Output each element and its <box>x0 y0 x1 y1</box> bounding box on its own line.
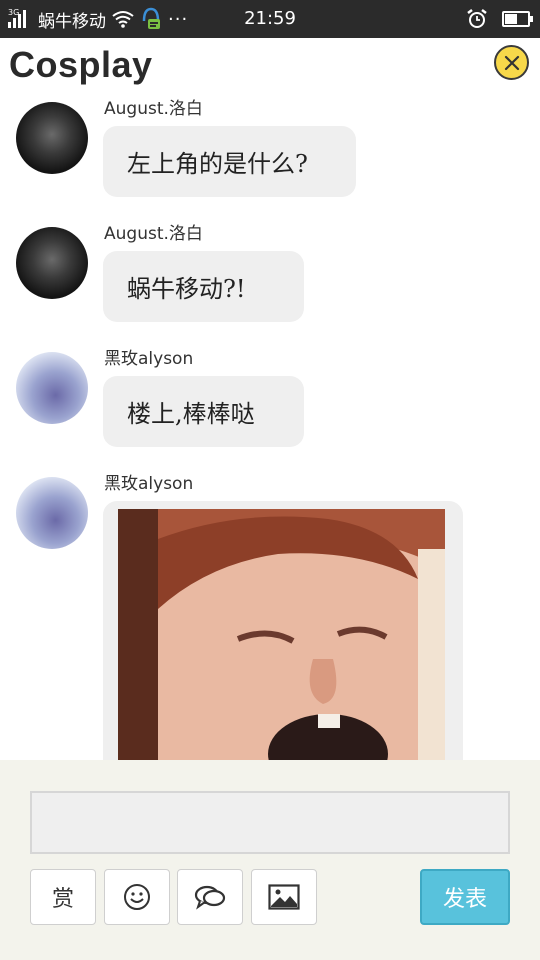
message-text: 蜗牛移动?! <box>127 275 246 303</box>
status-bar: 3G 蜗牛移动 ··· 21:59 <box>0 0 540 38</box>
emoji-button[interactable] <box>104 869 170 925</box>
page-title: Cosplay <box>9 44 153 85</box>
username[interactable]: 黑玫alyson <box>104 344 193 369</box>
chat-icon <box>194 885 226 910</box>
wifi-icon <box>112 11 134 28</box>
carrier-name: 蜗牛移动 <box>38 11 106 32</box>
avatar[interactable] <box>16 352 88 424</box>
more-notifications: ··· <box>168 8 189 30</box>
alarm-icon <box>467 9 487 28</box>
close-button[interactable] <box>494 45 529 80</box>
message-bubble: 左上角的是什么? <box>103 126 356 197</box>
message-bubble: 楼上,棒棒哒 <box>103 376 304 447</box>
username[interactable]: August.洛白 <box>104 94 203 119</box>
username[interactable]: 黑玫alyson <box>104 469 193 494</box>
image-bubble[interactable] <box>103 501 463 760</box>
message-text: 楼上,棒棒哒 <box>127 400 255 428</box>
post-button[interactable]: 发表 <box>420 869 510 925</box>
avatar[interactable] <box>16 102 88 174</box>
image-button[interactable] <box>251 869 317 925</box>
photo-face-image <box>118 509 445 760</box>
close-icon <box>504 55 519 70</box>
header: Cosplay <box>0 38 540 92</box>
battery-icon <box>502 11 533 27</box>
message-bubble: 蜗牛移动?! <box>103 251 304 322</box>
reward-button[interactable]: 赏 <box>30 869 96 925</box>
notification-icon <box>142 7 160 29</box>
avatar[interactable] <box>16 227 88 299</box>
comment-input[interactable] <box>30 791 510 854</box>
reward-label: 赏 <box>51 887 74 912</box>
image-icon <box>268 884 300 910</box>
composer: 赏 发表 <box>0 760 540 960</box>
chat-list[interactable]: August.洛白 左上角的是什么? August.洛白 蜗牛移动?! 黑玫al… <box>0 92 540 760</box>
username[interactable]: August.洛白 <box>104 219 203 244</box>
avatar[interactable] <box>16 477 88 549</box>
message-text: 左上角的是什么? <box>127 150 308 178</box>
shared-photo[interactable] <box>118 509 445 760</box>
signal-icon: 3G <box>8 8 32 28</box>
smiley-icon <box>124 884 150 910</box>
chat-button[interactable] <box>177 869 243 925</box>
